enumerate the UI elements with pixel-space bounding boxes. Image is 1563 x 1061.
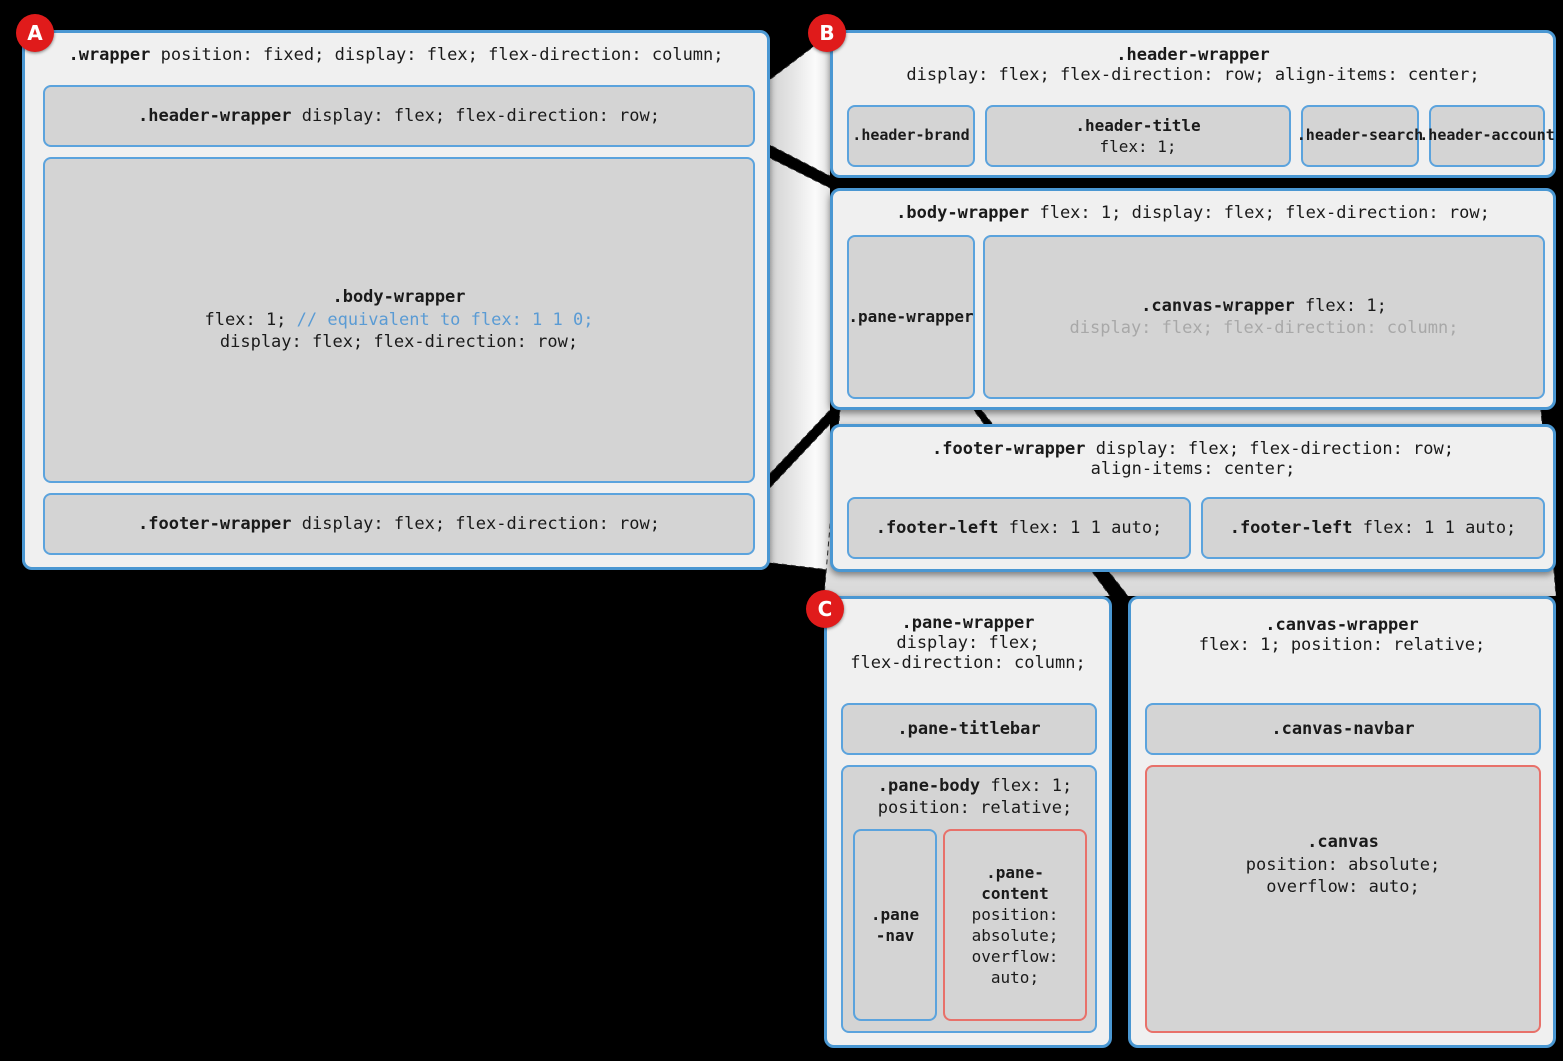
b-footer-wrapper-line1: display: flex; flex-direction: row; [1085,439,1454,459]
badge-c: C [806,590,844,628]
c-pane-wrapper-line1: display: flex; [896,633,1040,653]
pane-body-line2: position: relative; [877,798,1073,819]
pane-content-selector: .pane- [986,862,1044,882]
b-header-wrapper-rules: display: flex; flex-direction: row; alig… [906,65,1480,85]
b-header-wrapper-selector: .header-wrapper [1116,45,1270,65]
body-wrapper-comment: // equivalent to flex: 1 1 0; [296,309,594,330]
wrapper-rules: position: fixed; display: flex; flex-dir… [150,45,724,65]
canvas-wrapper-rules: flex: 1; [1294,295,1387,316]
box-body-wrapper[interactable]: .body-wrapper flex: 1; // equivalent to … [43,157,755,483]
canvas-line2: overflow: auto; [1266,877,1420,898]
box-footer-left-2[interactable]: .footer-left flex: 1 1 auto; [1201,497,1545,559]
box-canvas[interactable]: .canvas position: absolute; overflow: au… [1145,765,1541,1033]
c-canvas-wrapper-selector: .canvas-wrapper [1265,615,1419,635]
pane-body-rules: flex: 1; [980,776,1073,796]
panel-b-footer-wrapper[interactable]: .footer-wrapper display: flex; flex-dire… [830,424,1556,572]
pane-wrapper-selector: .pane-⁠wrapper [848,307,974,327]
canvas-navbar-selector: .canvas-navbar [1271,718,1415,739]
pane-content-line2: absolute; [971,926,1059,945]
body-wrapper-display: display: flex; flex-direction: row; [219,332,579,353]
pane-nav-selector2: -nav [875,926,915,945]
b-footer-wrapper-label: .footer-wrapper display: flex; flex-dire… [833,439,1553,479]
body-wrapper-flex: flex: 1; [204,309,297,330]
canvas-selector: .canvas [1307,832,1379,853]
canvas-line1: position: absolute; [1245,854,1441,875]
c-canvas-wrapper-label: .canvas-wrapper flex: 1; position: relat… [1131,615,1553,655]
box-footer-left-1[interactable]: .footer-left flex: 1 1 auto; [847,497,1191,559]
box-pane-titlebar[interactable]: .pane-titlebar [841,703,1097,755]
box-canvas-navbar[interactable]: .canvas-navbar [1145,703,1541,755]
header-wrapper-rules: display: flex; flex-direction: row; [291,105,660,126]
footer-wrapper-selector: .footer-wrapper [138,513,292,534]
header-search-selector: .header-⁠search [1296,126,1424,145]
pane-titlebar-selector: .pane-titlebar [897,718,1041,739]
box-header-wrapper[interactable]: .header-wrapper display: flex; flex-dire… [43,85,755,147]
box-header-brand[interactable]: .header-⁠brand [847,105,975,167]
b-footer-wrapper-line2: align-items: center; [1090,459,1296,479]
pane-content-selector2: content [981,883,1049,903]
footer-left-2-selector: .footer-left [1229,517,1353,538]
b-footer-wrapper-selector: .footer-wrapper [932,439,1086,459]
panel-a-wrapper[interactable]: .wrapper position: fixed; display: flex;… [22,30,770,570]
wrapper-selector: .wrapper [68,45,151,65]
box-footer-wrapper[interactable]: .footer-wrapper display: flex; flex-dire… [43,493,755,555]
header-brand-selector: .header-⁠brand [852,126,970,145]
box-header-title[interactable]: .header-title flex: 1; [985,105,1291,167]
box-pane-wrapper[interactable]: .pane-⁠wrapper [847,235,975,399]
header-title-selector: .header-title [1075,115,1201,135]
footer-left-2-rules: flex: 1 1 auto; [1352,517,1517,538]
pane-content-line3: overflow: [971,947,1059,967]
connector-a-to-b-footer [763,423,831,571]
footer-left-1-rules: flex: 1 1 auto; [998,517,1163,538]
pane-nav-selector: .pane [870,904,920,924]
box-canvas-wrapper[interactable]: .canvas-wrapper flex: 1; display: flex; … [983,235,1545,399]
connector-a-to-b-header [763,33,831,177]
canvas-wrapper-selector: .canvas-wrapper [1141,295,1295,316]
header-wrapper-selector: .header-wrapper [138,105,292,126]
box-pane-content[interactable]: .pane- content position: absolute; overf… [943,829,1087,1021]
box-header-account[interactable]: .header-⁠account [1419,105,1555,167]
connector-a-to-b-body [763,154,831,481]
pane-content-line4: auto; [990,968,1040,988]
c-pane-wrapper-label: .pane-wrapper display: flex; flex-direct… [827,613,1109,673]
badge-b: B [808,14,846,52]
pane-content-line1: position: [971,904,1059,924]
footer-wrapper-rules: display: flex; flex-direction: row; [291,513,660,534]
panel-b-body-wrapper[interactable]: .body-wrapper flex: 1; display: flex; fl… [830,188,1556,410]
b-body-wrapper-rules: flex: 1; display: flex; flex-direction: … [1029,203,1490,223]
canvas-wrapper-dim-rules: display: flex; flex-direction: column; [1069,318,1459,338]
box-pane-nav[interactable]: .pane -nav [853,829,937,1021]
c-pane-wrapper-line2: flex-direction: column; [850,653,1086,673]
badge-a: A [16,14,54,52]
body-wrapper-selector: .body-wrapper [332,287,466,308]
panel-b-header-wrapper[interactable]: .header-wrapper display: flex; flex-dire… [830,30,1556,178]
box-pane-body[interactable]: .pane-body flex: 1; position: relative; … [841,765,1097,1033]
b-body-wrapper-label: .body-wrapper flex: 1; display: flex; fl… [833,203,1553,223]
b-body-wrapper-selector: .body-wrapper [896,203,1030,223]
box-header-search[interactable]: .header-⁠search [1297,105,1423,167]
c-pane-wrapper-selector: .pane-wrapper [901,613,1035,633]
header-title-rules: flex: 1; [1099,137,1177,156]
panel-c-pane-wrapper[interactable]: .pane-wrapper display: flex; flex-direct… [824,596,1112,1048]
panel-c-canvas-wrapper[interactable]: .canvas-wrapper flex: 1; position: relat… [1128,596,1556,1048]
header-account-selector: .header-⁠account [1419,126,1555,145]
c-canvas-wrapper-rules: flex: 1; position: relative; [1198,635,1486,655]
footer-left-1-selector: .footer-left [875,517,999,538]
pane-body-selector: .pane-body [877,776,981,796]
b-header-wrapper-label: .header-wrapper display: flex; flex-dire… [833,45,1553,85]
wrapper-label: .wrapper position: fixed; display: flex;… [25,45,767,65]
